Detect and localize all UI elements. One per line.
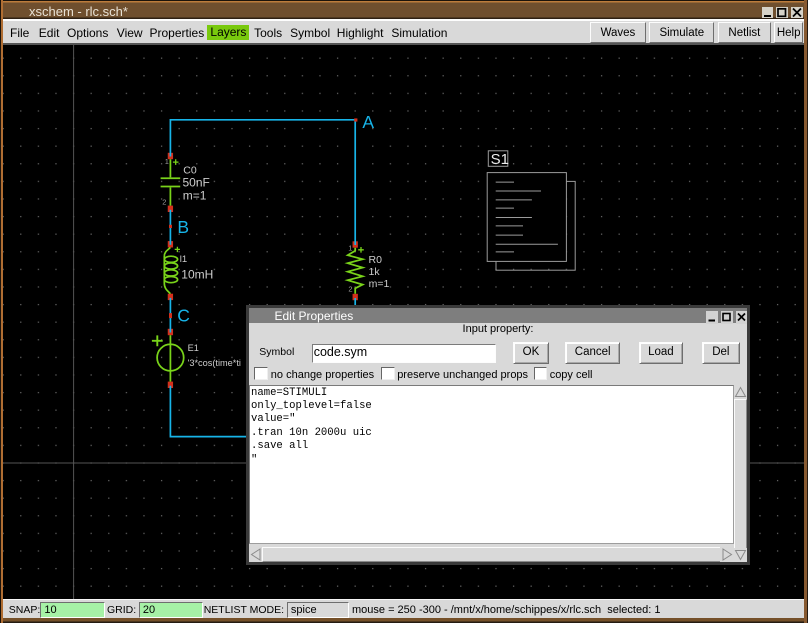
svg-text:'3*cos(time*ti: '3*cos(time*ti (188, 358, 241, 368)
svg-text:B: B (177, 217, 189, 237)
svg-text:E1: E1 (188, 343, 199, 353)
svg-text:50nF: 50nF (183, 175, 210, 189)
svg-text:1: 1 (165, 157, 169, 166)
svg-text:1k: 1k (369, 266, 381, 278)
svg-text:m=1: m=1 (183, 189, 207, 203)
svg-text:10mH: 10mH (181, 268, 213, 282)
svg-text:m=1: m=1 (369, 278, 390, 290)
svg-text:2: 2 (162, 198, 166, 207)
svg-text:1: 1 (348, 244, 352, 253)
svg-text:l1: l1 (180, 254, 187, 265)
svg-text:S1: S1 (491, 151, 509, 168)
svg-text:C: C (177, 306, 190, 326)
svg-text:A: A (362, 112, 374, 132)
svg-text:2: 2 (348, 284, 352, 293)
svg-text:R0: R0 (369, 254, 383, 266)
